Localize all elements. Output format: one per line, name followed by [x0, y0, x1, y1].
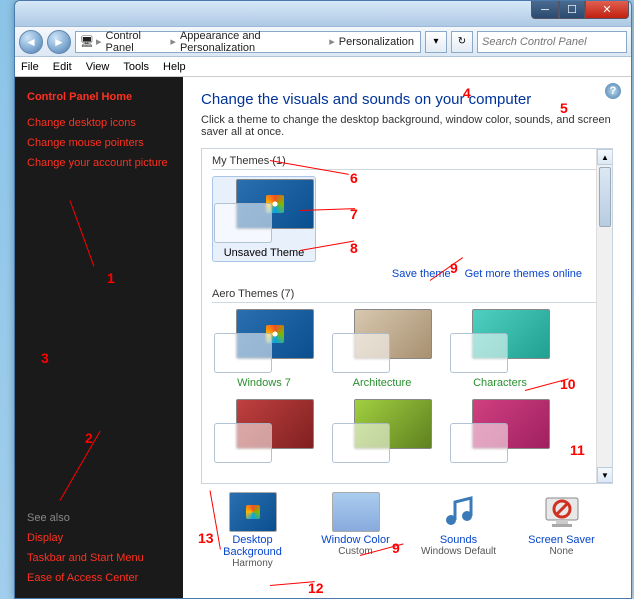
scroll-down[interactable]: ▼	[597, 467, 613, 483]
screen-saver-icon	[538, 492, 586, 532]
window-color-button[interactable]: Window Color Custom	[311, 492, 401, 569]
window-color-icon	[332, 492, 380, 532]
screen-saver-button[interactable]: Screen Saver None	[517, 492, 607, 569]
theme-windows7[interactable]: Windows 7	[212, 309, 316, 389]
seealso-ease[interactable]: Ease of Access Center	[27, 572, 171, 584]
theme-item[interactable]	[330, 399, 434, 467]
history-dropdown[interactable]: ▾	[425, 31, 447, 53]
minimize-button[interactable]: ─	[531, 1, 559, 19]
my-themes-label: My Themes (1)	[212, 155, 602, 167]
scroll-thumb[interactable]	[599, 167, 611, 227]
menubar: File Edit View Tools Help	[15, 57, 631, 77]
theme-list: My Themes (1) Unsaved Theme Save theme G…	[201, 148, 613, 484]
get-more-themes-link[interactable]: Get more themes online	[465, 268, 582, 280]
personalization-row: Desktop Background Harmony Window Color …	[201, 492, 613, 569]
sidebar-link-account-picture[interactable]: Change your account picture	[27, 157, 171, 169]
theme-unsaved[interactable]: Unsaved Theme	[212, 176, 316, 262]
seealso-label: See also	[27, 512, 171, 524]
theme-item[interactable]	[212, 399, 316, 467]
sidebar-link-desktop-icons[interactable]: Change desktop icons	[27, 117, 171, 129]
desktop-background-button[interactable]: Desktop Background Harmony	[208, 492, 298, 569]
help-icon[interactable]: ?	[605, 83, 621, 99]
menu-tools[interactable]: Tools	[123, 61, 149, 73]
control-panel-window: ─ ☐ ✕ ◄ ► 🖥 ▸ Control Panel▸ Appearance …	[14, 0, 632, 599]
save-theme-link[interactable]: Save theme	[392, 268, 451, 280]
aero-themes-label: Aero Themes (7)	[212, 288, 602, 300]
theme-characters[interactable]: Characters	[448, 309, 552, 389]
sidebar-home[interactable]: Control Panel Home	[27, 91, 171, 103]
scrollbar[interactable]: ▲ ▼	[596, 149, 612, 483]
menu-edit[interactable]: Edit	[53, 61, 72, 73]
back-button[interactable]: ◄	[19, 30, 43, 54]
menu-view[interactable]: View	[86, 61, 110, 73]
theme-label: Unsaved Theme	[224, 247, 305, 259]
crumb-1[interactable]: Appearance and Personalization	[178, 30, 327, 54]
seealso-taskbar[interactable]: Taskbar and Start Menu	[27, 552, 171, 564]
nav-toolbar: ◄ ► 🖥 ▸ Control Panel▸ Appearance and Pe…	[15, 27, 631, 57]
sidebar: Control Panel Home Change desktop icons …	[15, 77, 183, 598]
refresh-button[interactable]: ↻	[451, 31, 473, 53]
page-title: Change the visuals and sounds on your co…	[201, 91, 613, 108]
forward-button[interactable]: ►	[47, 30, 71, 54]
menu-help[interactable]: Help	[163, 61, 186, 73]
maximize-button[interactable]: ☐	[559, 1, 585, 19]
close-button[interactable]: ✕	[585, 1, 629, 19]
computer-icon: 🖥	[80, 35, 94, 48]
seealso-display[interactable]: Display	[27, 532, 171, 544]
theme-item[interactable]	[448, 399, 552, 467]
sidebar-link-mouse-pointers[interactable]: Change mouse pointers	[27, 137, 171, 149]
crumb-0[interactable]: Control Panel	[104, 30, 169, 54]
scroll-up[interactable]: ▲	[597, 149, 613, 165]
menu-file[interactable]: File	[21, 61, 39, 73]
sounds-icon	[435, 492, 483, 532]
titlebar: ─ ☐ ✕	[15, 1, 631, 27]
page-subtitle: Click a theme to change the desktop back…	[201, 114, 613, 138]
sounds-button[interactable]: Sounds Windows Default	[414, 492, 504, 569]
search-input[interactable]	[477, 31, 627, 53]
desktop-background-icon	[229, 492, 277, 532]
breadcrumb[interactable]: 🖥 ▸ Control Panel▸ Appearance and Person…	[75, 31, 421, 53]
main-panel: ? Change the visuals and sounds on your …	[183, 77, 631, 598]
theme-architecture[interactable]: Architecture	[330, 309, 434, 389]
crumb-2[interactable]: Personalization	[337, 36, 416, 48]
